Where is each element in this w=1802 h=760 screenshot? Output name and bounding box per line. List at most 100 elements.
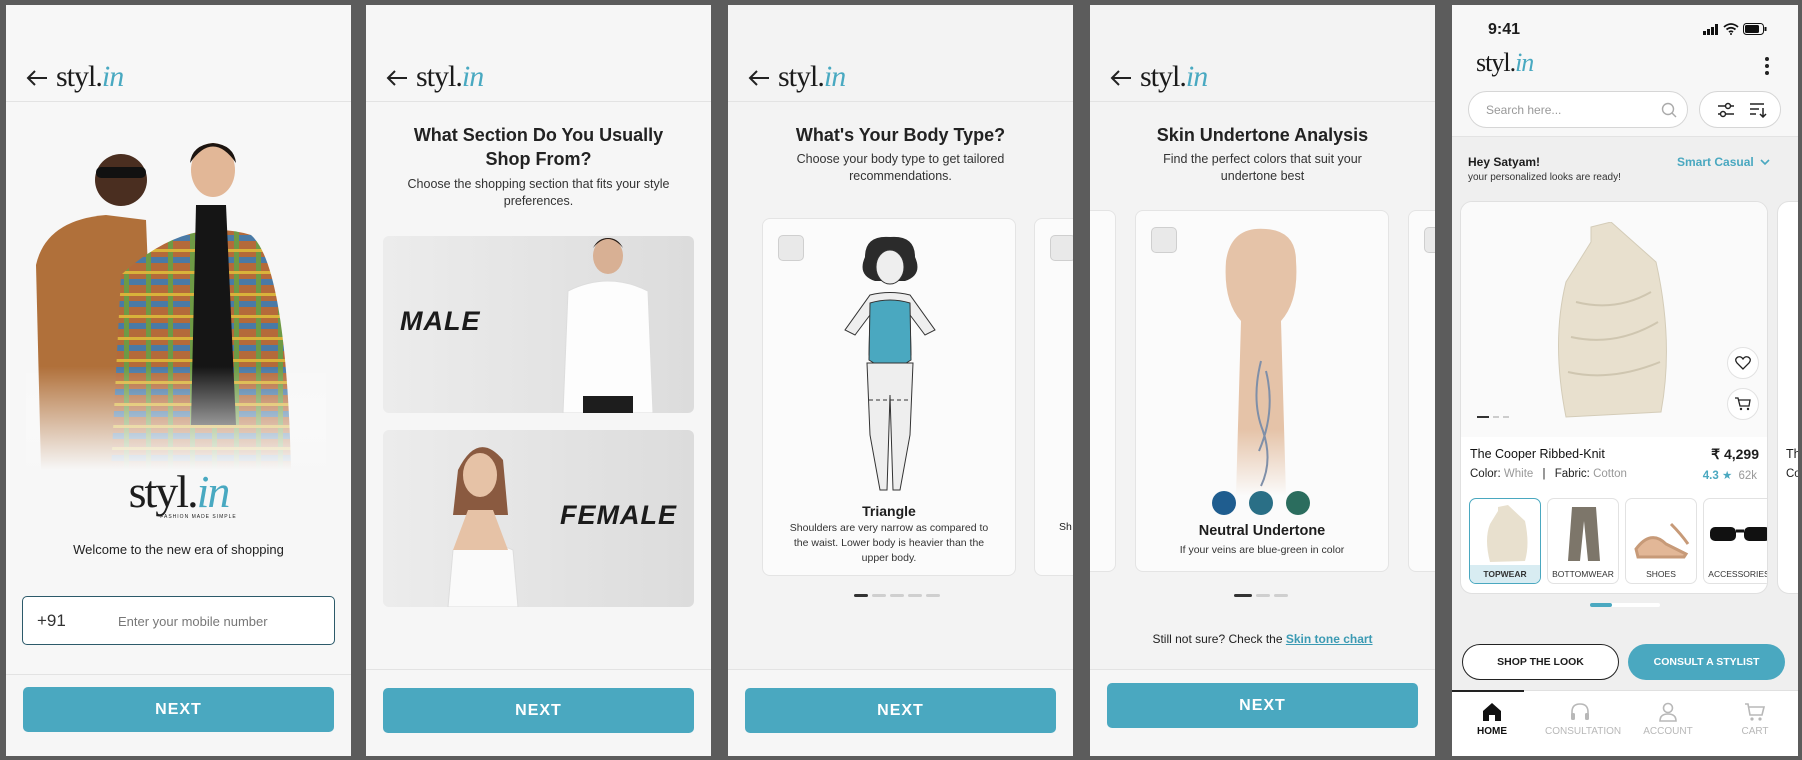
body-type-description-peek: Sh (1059, 521, 1072, 533)
select-checkbox[interactable] (1424, 227, 1435, 253)
bottom-bar: NEXT (728, 669, 1073, 756)
swatch-blue-green (1249, 491, 1273, 515)
home-icon (1483, 703, 1501, 721)
carousel-dot[interactable] (890, 594, 904, 597)
product-card-next[interactable]: Th Co (1777, 201, 1798, 594)
accessories-thumb-image (1710, 527, 1767, 541)
header: styl.in (6, 5, 351, 102)
fabric-value: Cotton (1593, 468, 1627, 480)
category-shoes[interactable]: SHOES (1625, 498, 1697, 584)
body-type-description: Shoulders are very narrow as compared to… (789, 522, 989, 564)
section-label: FEMALE (560, 500, 677, 530)
topwear-thumb-image (1487, 505, 1528, 562)
country-code[interactable]: +91 (37, 611, 66, 631)
image-dot[interactable] (1503, 416, 1509, 418)
undertone-description: If your veins are blue-green in color (1179, 544, 1345, 556)
back-arrow-icon[interactable] (1110, 69, 1132, 87)
back-arrow-icon[interactable] (386, 69, 408, 87)
next-product-name-peek: Th (1786, 447, 1798, 461)
section-option-male[interactable]: MALE (383, 236, 694, 413)
greeting: Hey Satyam! (1468, 155, 1541, 169)
search-bar[interactable]: Search here... (1468, 91, 1688, 128)
brand-logo: styl.in (416, 60, 484, 93)
swatch-row (1212, 491, 1310, 515)
select-checkbox[interactable] (1151, 227, 1177, 253)
fabric-label: Fabric: (1554, 468, 1590, 480)
undertone-card-next[interactable] (1408, 210, 1435, 572)
nav-cart[interactable]: CART (1720, 702, 1790, 737)
carousel-dot[interactable] (872, 594, 886, 597)
carousel-dot[interactable] (1256, 594, 1270, 597)
body-type-card-next[interactable]: Sh (1034, 218, 1073, 576)
phone-field[interactable]: +91 Enter your mobile number (22, 596, 335, 645)
carousel-dot[interactable] (1274, 594, 1288, 597)
occasion-label[interactable]: Smart Casual (1677, 155, 1754, 169)
category-accessories[interactable]: ACCESSORIES (1703, 498, 1767, 584)
welcome-text: Welcome to the new era of shopping (73, 542, 284, 557)
page-title: What's Your Body Type? (795, 125, 1006, 145)
next-button[interactable]: NEXT (745, 688, 1056, 733)
brand-logo: styl.in (1140, 60, 1208, 93)
cart-icon (1735, 397, 1751, 411)
undertone-title: Neutral Undertone (1198, 523, 1326, 539)
select-checkbox[interactable] (1050, 235, 1073, 261)
product-image-area (1461, 202, 1767, 437)
nav-label: CART (1741, 726, 1769, 737)
brand-logo: styl.in (56, 60, 124, 93)
next-button[interactable]: NEXT (23, 687, 334, 732)
product-name: The Cooper Ribbed-Knit (1470, 447, 1605, 461)
shop-the-look-button[interactable]: SHOP THE LOOK (1462, 644, 1619, 680)
sort-icon[interactable] (1749, 102, 1767, 118)
consult-stylist-button[interactable]: CONSULT A STYLIST (1628, 644, 1785, 680)
skin-tone-chart-link[interactable]: Skin tone chart (1286, 632, 1373, 646)
search-icon[interactable] (1661, 102, 1677, 118)
carousel-dot[interactable] (908, 594, 922, 597)
carousel-dot[interactable] (926, 594, 940, 597)
search-placeholder[interactable]: Search here... (1486, 103, 1561, 117)
screen-home: 9:41 styl.in Search here... Hey Satyam! … (1452, 5, 1798, 756)
brand-logo: styl.in (1476, 48, 1534, 77)
wishlist-button[interactable] (1727, 347, 1759, 379)
section-option-female[interactable]: FEMALE (383, 430, 694, 607)
bottom-bar: NEXT (366, 669, 711, 756)
page-subtitle: Choose the shopping section that fits yo… (407, 177, 670, 208)
nav-consultation[interactable]: CONSULTATION (1545, 702, 1621, 737)
screen-body-type: styl.in What's Your Body Type? Choose yo… (728, 5, 1073, 756)
back-arrow-icon[interactable] (26, 69, 48, 87)
back-arrow-icon[interactable] (748, 69, 770, 87)
occasion-dropdown[interactable]: Smart Casual (1677, 155, 1770, 169)
product-card[interactable]: The Cooper Ribbed-Knit ₹ 4,299 Color: Wh… (1460, 201, 1768, 594)
chevron-down-icon[interactable] (1760, 159, 1770, 166)
nav-home[interactable]: HOME (1457, 702, 1527, 737)
product-rating: 4.3 ★ 62k (1703, 468, 1757, 482)
next-button[interactable]: NEXT (383, 688, 694, 733)
triangle-body-illustration (844, 236, 936, 491)
signal-icon (1703, 24, 1718, 35)
next-button[interactable]: NEXT (1107, 683, 1418, 728)
phone-input-placeholder[interactable]: Enter your mobile number (118, 614, 268, 629)
add-to-cart-button[interactable] (1727, 388, 1759, 420)
male-model-image (562, 238, 654, 413)
undertone-card-neutral[interactable]: Neutral Undertone If your veins are blue… (1135, 210, 1389, 572)
rating-value: 4.3 (1702, 470, 1719, 482)
color-label: Color: (1470, 468, 1501, 480)
bottom-bar: NEXT (1090, 669, 1435, 756)
category-bottomwear[interactable]: BOTTOMWEAR (1547, 498, 1619, 584)
body-type-card-triangle[interactable]: Triangle Shoulders are very narrow as co… (762, 218, 1016, 576)
more-options-icon[interactable] (1764, 57, 1770, 75)
undertone-card-prev[interactable] (1090, 210, 1116, 572)
carousel-dot[interactable] (1234, 594, 1252, 597)
select-checkbox[interactable] (778, 235, 804, 261)
carousel-dot[interactable] (854, 594, 868, 597)
screen-section: styl.in What Section Do You Usually Shop… (366, 5, 711, 756)
nav-active-indicator (1452, 690, 1524, 692)
nav-account[interactable]: ACCOUNT (1633, 702, 1703, 737)
screen-undertone: styl.in Skin Undertone Analysis Find the… (1090, 5, 1435, 756)
image-dot[interactable] (1493, 416, 1499, 418)
brand-logo: styl.in (778, 60, 846, 93)
category-topwear[interactable]: TOPWEAR (1469, 498, 1541, 584)
help-text-label: Still not sure? Check the (1152, 632, 1283, 646)
filter-icon[interactable] (1717, 102, 1735, 118)
image-dot[interactable] (1477, 416, 1489, 418)
image-dots (1477, 416, 1509, 418)
